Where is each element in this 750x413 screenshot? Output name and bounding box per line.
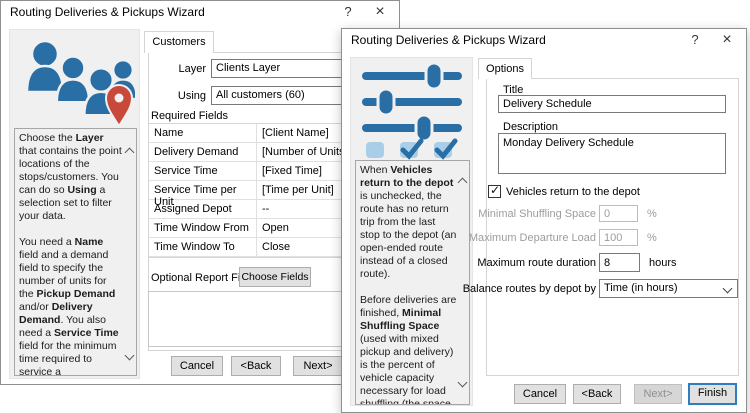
field-name-cell: Assigned Depot bbox=[149, 200, 257, 218]
title-bar: Routing Deliveries & Pickups Wizard ? × bbox=[1, 1, 399, 23]
maximum-route-duration-input[interactable] bbox=[599, 253, 640, 272]
back-button[interactable]: <Back bbox=[231, 356, 281, 376]
description-text: Monday Delivery Schedule bbox=[503, 137, 634, 149]
vehicles-return-label: Vehicles return to the depot bbox=[506, 186, 640, 198]
location-pin-icon bbox=[106, 85, 132, 126]
wizard-dialog-options: Routing Deliveries & Pickups Wizard ? × bbox=[341, 28, 747, 413]
description-label: Description bbox=[503, 121, 558, 133]
field-name-cell: Service Time per Unit bbox=[149, 181, 257, 199]
field-name-cell: Delivery Demand bbox=[149, 143, 257, 161]
vehicles-return-checkbox[interactable]: ✓ bbox=[488, 185, 501, 198]
scroll-up-icon[interactable] bbox=[458, 178, 468, 188]
finish-button[interactable]: Finish bbox=[688, 383, 737, 405]
hours-unit-label: hours bbox=[649, 257, 677, 269]
percent-unit-label: % bbox=[647, 208, 657, 220]
cancel-button[interactable]: Cancel bbox=[514, 384, 566, 404]
maximum-route-duration-label: Maximum route duration bbox=[446, 257, 596, 269]
title-input[interactable] bbox=[498, 95, 726, 113]
back-button[interactable]: <Back bbox=[573, 384, 621, 404]
wizard-dialog-customers: Routing Deliveries & Pickups Wizard ? × bbox=[0, 0, 400, 385]
minimal-shuffling-space-label: Minimal Shuffling Space bbox=[446, 208, 596, 220]
description-textarea[interactable]: Monday Delivery Schedule bbox=[498, 133, 726, 174]
maximum-departure-load-input bbox=[599, 229, 638, 246]
help-paragraph: When Vehicles return to the depot is unc… bbox=[360, 164, 457, 281]
balance-routes-value: Time (in hours) bbox=[604, 282, 721, 294]
balance-routes-label: Balance routes by depot by bbox=[446, 283, 596, 295]
field-name-cell: Service Time bbox=[149, 162, 257, 180]
options-sliders-icon bbox=[360, 62, 464, 160]
percent-unit-label: % bbox=[647, 232, 657, 244]
layer-label: Layer bbox=[141, 63, 206, 75]
tab-options[interactable]: Options bbox=[478, 58, 532, 79]
sidebar-panel: Choose the Layer that contains the point… bbox=[9, 29, 140, 379]
maximum-departure-load-label: Maximum Departure Load bbox=[446, 232, 596, 244]
minimal-shuffling-space-input bbox=[599, 205, 638, 222]
choose-fields-button[interactable]: Choose Fields bbox=[239, 267, 311, 287]
checkmark-icon: ✓ bbox=[490, 183, 500, 197]
close-button[interactable]: × bbox=[712, 29, 742, 51]
window-title: Routing Deliveries & Pickups Wizard bbox=[351, 33, 546, 47]
close-button[interactable]: × bbox=[365, 1, 395, 23]
next-button: Next> bbox=[634, 384, 682, 404]
title-bar: Routing Deliveries & Pickups Wizard ? × bbox=[342, 29, 746, 51]
window-title: Routing Deliveries & Pickups Wizard bbox=[10, 5, 205, 19]
next-button[interactable]: Next> bbox=[293, 356, 343, 376]
required-fields-label: Required Fields bbox=[151, 110, 228, 122]
field-name-cell: Time Window From bbox=[149, 219, 257, 237]
scroll-down-icon[interactable] bbox=[458, 378, 468, 388]
help-paragraph: You need a Name field and a demand field… bbox=[19, 236, 124, 376]
help-paragraph: Before deliveries are finished, Minimal … bbox=[360, 294, 457, 405]
scroll-up-icon[interactable] bbox=[125, 148, 135, 158]
field-name-cell: Time Window To bbox=[149, 238, 257, 256]
help-button[interactable]: ? bbox=[680, 29, 710, 51]
tab-customers[interactable]: Customers bbox=[144, 31, 214, 53]
cancel-button[interactable]: Cancel bbox=[171, 356, 223, 376]
field-name-cell: Name bbox=[149, 124, 257, 142]
using-label: Using bbox=[141, 90, 206, 102]
help-button[interactable]: ? bbox=[333, 1, 363, 23]
balance-routes-dropdown[interactable]: Time (in hours) bbox=[599, 279, 738, 298]
customers-group-icon bbox=[15, 32, 135, 126]
scroll-down-icon[interactable] bbox=[125, 351, 135, 361]
sidebar-help-text: Choose the Layer that contains the point… bbox=[14, 128, 137, 376]
chevron-down-icon bbox=[723, 284, 733, 294]
help-paragraph: Choose the Layer that contains the point… bbox=[19, 132, 124, 223]
